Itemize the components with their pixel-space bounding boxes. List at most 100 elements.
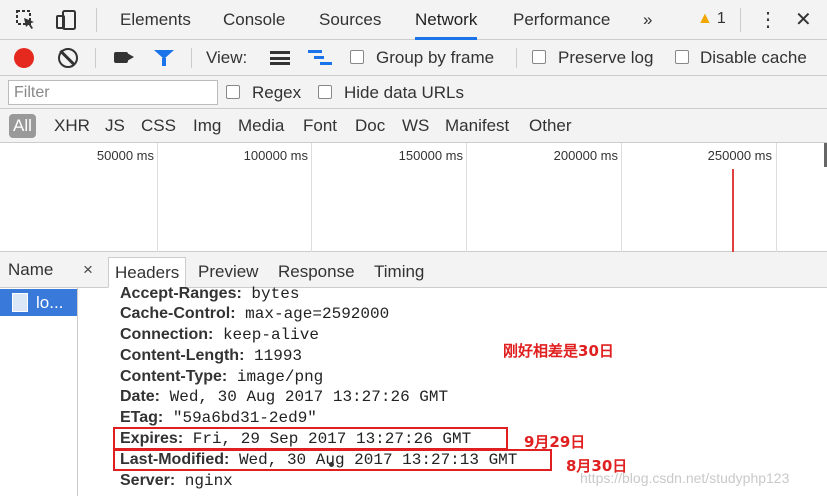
last-modified-highlight-box [113, 449, 552, 471]
request-list: Name lo... [0, 252, 78, 496]
view-label: View: [206, 48, 248, 67]
header-value: image/png [236, 368, 324, 386]
group-by-frame-label: Group by frame [376, 48, 495, 67]
type-filter-ws[interactable]: WS [402, 114, 429, 138]
tab-performance[interactable]: Performance [513, 0, 610, 40]
device-toolbar-icon[interactable] [54, 8, 78, 32]
tab-sources[interactable]: Sources [319, 0, 381, 40]
type-filter-media[interactable]: Media [238, 114, 284, 138]
header-line: Content-Type: image/png [120, 366, 323, 387]
timeline-gridline [466, 143, 467, 252]
header-line: Cache-Control: max-age=2592000 [120, 303, 389, 324]
type-filter-doc[interactable]: Doc [355, 114, 385, 138]
watermark: https://blog.csdn.net/studyphp123 [580, 470, 790, 486]
disable-cache-checkbox[interactable] [675, 50, 689, 64]
header-key: ETag: [120, 409, 164, 426]
screenshot-camera-icon[interactable] [114, 52, 134, 63]
type-filter-manifest[interactable]: Manifest [445, 114, 509, 138]
header-key: Accept-Ranges: [120, 285, 242, 302]
expires-date-annotation: 9月29日 [524, 433, 586, 451]
toolbar-separator [516, 48, 517, 68]
file-icon [12, 293, 28, 312]
tab-network[interactable]: Network [415, 0, 478, 40]
request-name: lo... [36, 293, 64, 312]
regex-checkbox[interactable] [226, 85, 240, 99]
warning-icon: ▲ [697, 10, 713, 27]
network-overview-timeline[interactable]: 50000 ms 100000 ms 150000 ms 200000 ms 2… [0, 143, 827, 252]
timeline-tick-label: 100000 ms [243, 148, 308, 163]
hide-data-urls-label: Hide data URLs [344, 83, 465, 102]
header-key: Cache-Control: [120, 305, 236, 322]
header-value: Wed, 30 Aug 2017 13:27:26 GMT [169, 388, 449, 406]
type-filter-xhr[interactable]: XHR [54, 114, 90, 138]
header-line: Server: nginx [120, 470, 233, 491]
hide-data-urls-checkbox[interactable] [318, 85, 332, 99]
network-toolbar: View: Group by frame Preserve log Disabl… [0, 40, 827, 76]
type-filter-img[interactable]: Img [193, 114, 221, 138]
filter-input[interactable] [8, 80, 218, 105]
timeline-gridline [621, 143, 622, 252]
load-event-marker [732, 169, 734, 252]
mouse-cursor [329, 462, 334, 467]
more-tabs-button[interactable]: » [643, 0, 652, 40]
header-key: Content-Type: [120, 368, 228, 385]
toolbar-separator [95, 48, 96, 68]
header-value: keep-alive [222, 326, 319, 344]
tabbar-separator [740, 8, 741, 32]
header-value: max-age=2592000 [245, 305, 390, 323]
type-filter-other[interactable]: Other [529, 114, 572, 138]
header-line: Date: Wed, 30 Aug 2017 13:27:26 GMT [120, 386, 448, 407]
tab-elements[interactable]: Elements [120, 0, 191, 40]
type-filter-css[interactable]: CSS [141, 114, 176, 138]
header-value: 11993 [254, 347, 303, 365]
tab-timing[interactable]: Timing [368, 257, 430, 288]
tabbar-separator [96, 8, 97, 32]
regex-label: Regex [252, 83, 302, 102]
name-column-header[interactable]: Name [0, 252, 78, 288]
filter-row: Regex Hide data URLs [0, 76, 827, 109]
filter-funnel-icon[interactable] [154, 50, 174, 66]
timeline-tick-label: 200000 ms [553, 148, 618, 163]
toolbar-separator [191, 48, 192, 68]
timeline-gridline [157, 143, 158, 252]
header-key: Content-Length: [120, 347, 245, 364]
type-filter-font[interactable]: Font [303, 114, 337, 138]
request-row-selected[interactable]: lo... [0, 289, 77, 316]
close-detail-button[interactable]: × [83, 252, 93, 288]
header-value: "59a6bd31-2ed9" [172, 409, 317, 427]
resource-type-filters: All XHR JS CSS Img Media Font Doc WS Man… [0, 109, 827, 143]
close-icon[interactable]: ✕ [795, 0, 812, 40]
waterfall-icon[interactable] [308, 50, 332, 66]
tab-console[interactable]: Console [223, 0, 285, 40]
preserve-log-label: Preserve log [558, 48, 654, 67]
preserve-log-checkbox[interactable] [532, 50, 546, 64]
header-key: Date: [120, 388, 161, 405]
warning-count: 1 [716, 10, 726, 27]
timeline-tick-label: 150000 ms [398, 148, 463, 163]
large-rows-icon[interactable] [270, 51, 290, 65]
warning-indicator[interactable]: ▲ 1 [697, 10, 726, 28]
menu-icon[interactable]: ⋮ [758, 0, 778, 40]
header-value: bytes [251, 285, 300, 303]
header-value: nginx [184, 472, 233, 490]
clear-icon[interactable] [58, 48, 78, 68]
devtools-tabbar: Elements Console Sources Network Perform… [0, 0, 827, 40]
header-line: Content-Length: 11993 [120, 345, 302, 366]
header-line: Connection: keep-alive [120, 324, 319, 345]
expires-highlight-box [113, 427, 508, 450]
timeline-tick-label: 250000 ms [707, 148, 772, 163]
timeline-tick-label: 50000 ms [96, 148, 154, 163]
header-line: ETag: "59a6bd31-2ed9" [120, 407, 317, 428]
timeline-gridline [776, 143, 777, 252]
disable-cache-label: Disable cache [700, 48, 807, 67]
record-button[interactable] [14, 48, 34, 68]
difference-annotation: 刚好相差是30日 [503, 342, 614, 360]
header-line: Accept-Ranges: bytes [120, 283, 299, 304]
header-key: Connection: [120, 326, 214, 343]
timeline-gridline [311, 143, 312, 252]
inspect-element-icon[interactable] [14, 8, 38, 32]
type-filter-all[interactable]: All [9, 114, 36, 138]
type-filter-js[interactable]: JS [105, 114, 125, 138]
group-by-frame-checkbox[interactable] [350, 50, 364, 64]
header-key: Server: [120, 472, 176, 489]
